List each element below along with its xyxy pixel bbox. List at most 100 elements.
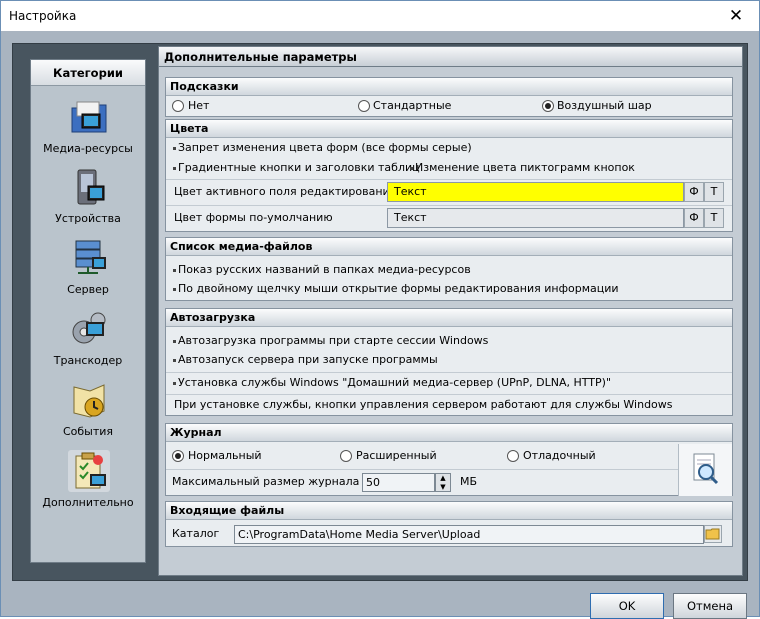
panel-title: Дополнительные параметры [159,47,742,67]
autoload-group: Автозагрузка Автозагрузка программы при … [165,308,733,416]
events-icon [73,384,105,418]
category-label: Медиа-ресурсы [43,142,133,155]
radio-log-extended[interactable] [340,450,352,462]
category-label: Дополнительно [42,496,134,509]
checkbox-marker[interactable] [173,269,176,272]
option-label: Запрет изменения цвета форм (все формы с… [178,141,472,154]
categories-header: Категории [31,60,145,86]
option-label: Градиентные кнопки и заголовки таблиц [178,161,420,174]
text-color-button[interactable]: Т [704,208,724,228]
checkbox-marker[interactable] [173,340,176,343]
active-color-preview[interactable]: Текст [387,182,684,202]
radio-label: Расширенный [356,449,437,462]
transcoder-icon [72,312,106,344]
category-advanced[interactable]: Дополнительно [31,448,145,518]
catalog-row: Каталог C:\ProgramData\Home Media Server… [166,522,732,548]
log-size-row: Максимальный размер журнала 50 ▲ ▼ МБ [166,469,732,495]
autoload-option-row[interactable]: Автозагрузка программы при старте сессии… [166,331,732,351]
category-media-resources[interactable]: Медиа-ресурсы [31,94,145,164]
window-title: Настройка [9,9,77,23]
category-label: Транскодер [53,354,123,367]
field-label: Цвет формы по-умолчанию [174,211,333,224]
checkbox-marker[interactable] [410,167,413,170]
radio-hints-standard[interactable] [358,100,370,112]
font-button[interactable]: Ф [684,208,704,228]
client-area: Категории Медиа-ресурсы Устройства Серве… [1,31,759,619]
hints-options: Нет Стандартные Воздушный шар [166,96,732,116]
log-size-stepper[interactable]: ▲ ▼ [435,473,451,492]
folder-icon [705,528,720,540]
group-title: Цвета [166,120,732,138]
option-label: Установка службы Windows "Домашний медиа… [178,376,612,389]
media-option-row[interactable]: По двойному щелчку мыши открытие формы р… [166,279,732,299]
close-button[interactable]: ✕ [713,1,759,31]
checkbox-marker[interactable] [173,167,176,170]
ok-button[interactable]: OK [590,593,664,619]
spin-up-icon[interactable]: ▲ [436,474,450,483]
radio-label: Стандартные [373,99,452,112]
default-form-color-row: Цвет формы по-умолчанию Текст Ф Т [166,205,732,231]
magnifier-document-icon [693,453,719,485]
checkbox-marker[interactable] [173,382,176,385]
category-server[interactable]: Сервер [31,235,145,305]
service-note: При установке службы, кнопки управления … [174,398,673,411]
colors-option-row[interactable]: Запрет изменения цвета форм (все формы с… [166,138,732,158]
log-group: Журнал Нормальный Расширенный Отладочный… [165,423,733,496]
group-title: Журнал [166,424,732,442]
log-level-options: Нормальный Расширенный Отладочный [166,446,732,466]
radio-label: Нормальный [188,449,262,462]
devices-icon [77,169,105,205]
option-label: Автозапуск сервера при запуске программы [178,353,438,366]
active-field-color-row: Цвет активного поля редактирования Текст… [166,179,732,205]
catalog-path-input[interactable]: C:\ProgramData\Home Media Server\Upload [234,525,704,544]
checkbox-marker[interactable] [173,288,176,291]
browse-folder-button[interactable] [704,525,722,543]
autoload-option-row[interactable]: Автозапуск сервера при запуске программы [166,350,732,370]
colors-group: Цвета Запрет изменения цвета форм (все ф… [165,119,733,232]
category-events[interactable]: События [31,377,145,447]
radio-label: Воздушный шар [557,99,652,112]
categories-panel: Категории Медиа-ресурсы Устройства Серве… [30,59,146,563]
checkbox-marker[interactable] [173,147,176,150]
radio-label: Отладочный [523,449,596,462]
group-title: Автозагрузка [166,309,732,327]
radio-hints-none[interactable] [172,100,184,112]
checkbox-marker[interactable] [173,359,176,362]
title-bar[interactable]: Настройка ✕ [1,1,759,31]
font-button[interactable]: Ф [684,182,704,202]
group-title: Список медиа-файлов [166,238,732,256]
default-color-preview[interactable]: Текст [387,208,684,228]
category-transcoder[interactable]: Транскодер [31,306,145,376]
colors-option-row[interactable]: Градиентные кнопки и заголовки таблиц Из… [166,158,732,178]
spin-down-icon[interactable]: ▼ [436,483,450,492]
radio-log-debug[interactable] [507,450,519,462]
advanced-icon [68,450,110,492]
option-label: По двойному щелчку мыши открытие формы р… [178,282,619,295]
settings-panel: Категории Медиа-ресурсы Устройства Серве… [12,43,748,581]
category-label: События [62,425,114,438]
hints-group: Подсказки Нет Стандартные Воздушный шар [165,77,733,117]
option-label: Автозагрузка программы при старте сессии… [178,334,489,347]
field-label: Максимальный размер журнала [172,475,360,488]
group-title: Подсказки [166,78,732,96]
radio-log-normal[interactable] [172,450,184,462]
media-folder-icon [71,101,107,133]
incoming-files-group: Входящие файлы Каталог C:\ProgramData\Ho… [165,501,733,547]
autoload-option-row[interactable]: Установка службы Windows "Домашний медиа… [166,372,732,392]
log-size-input[interactable]: 50 [362,473,435,492]
media-option-row[interactable]: Показ русских названий в папках медиа-ре… [166,260,732,280]
text-color-button[interactable]: Т [704,182,724,202]
view-log-button[interactable] [678,444,732,496]
unit-label: МБ [460,475,478,488]
radio-hints-balloon[interactable] [542,100,554,112]
category-label: Устройства [55,212,121,225]
category-devices[interactable]: Устройства [31,164,145,234]
advanced-settings-panel: Дополнительные параметры Подсказки Нет С… [158,46,743,576]
category-label: Сервер [67,283,109,296]
option-label: Изменение цвета пиктограмм кнопок [415,161,635,174]
media-list-group: Список медиа-файлов Показ русских назван… [165,237,733,301]
cancel-button[interactable]: Отмена [673,593,747,619]
server-icon [75,240,106,274]
radio-label: Нет [188,99,210,112]
autoload-note-row: При установке службы, кнопки управления … [166,394,732,414]
